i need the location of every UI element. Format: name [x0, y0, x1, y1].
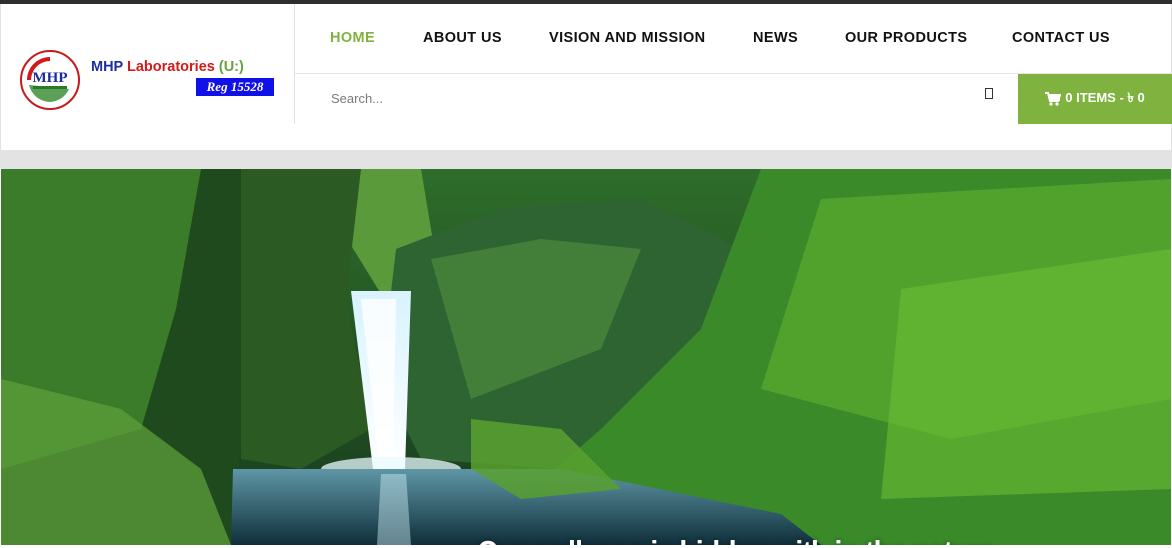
logo-name-laboratories: Laboratories — [127, 59, 215, 75]
logo-name-country: (U:) — [218, 59, 244, 75]
site-header: MHP MHP Laboratories (U:) Reg 15528 HOME… — [0, 4, 1172, 150]
nav-item-vision-and-mission[interactable]: VISION AND MISSION — [549, 30, 706, 46]
site-logo[interactable]: MHP MHP Laboratories (U:) Reg 15528 — [1, 4, 294, 150]
logo-name: MHP Laboratories (U:) — [91, 59, 244, 75]
logo-name-mhp: MHP — [91, 59, 123, 75]
nav-item-news[interactable]: NEWS — [753, 30, 798, 46]
search-input[interactable] — [317, 82, 977, 114]
hero-waterfall-image — [1, 169, 1171, 545]
header-bottom-band — [0, 150, 1172, 169]
shopping-cart-icon — [1045, 92, 1062, 106]
nav-item-home[interactable]: HOME — [330, 30, 375, 46]
logo-badge-icon: MHP — [20, 50, 80, 110]
nav-item-contact-us[interactable]: CONTACT US — [1012, 30, 1110, 46]
nav-item-about-us[interactable]: ABOUT US — [423, 30, 502, 46]
hero-banner: Our wellness is hidden with in the natur… — [1, 169, 1171, 545]
cart-button[interactable]: 0 ITEMS - ৳ 0 — [1018, 74, 1172, 124]
search-icon[interactable] — [985, 88, 1003, 108]
cart-label: 0 ITEMS - ৳ 0 — [1065, 89, 1145, 105]
logo-registration: Reg 15528 — [196, 78, 274, 96]
nav-item-our-products[interactable]: OUR PRODUCTS — [845, 30, 967, 46]
logo-abbr: MHP — [33, 70, 68, 86]
main-navigation: HOME ABOUT US VISION AND MISSION NEWS OU… — [295, 4, 1172, 74]
hero-caption: Our wellness is hidden with in the natur… — [477, 534, 995, 545]
